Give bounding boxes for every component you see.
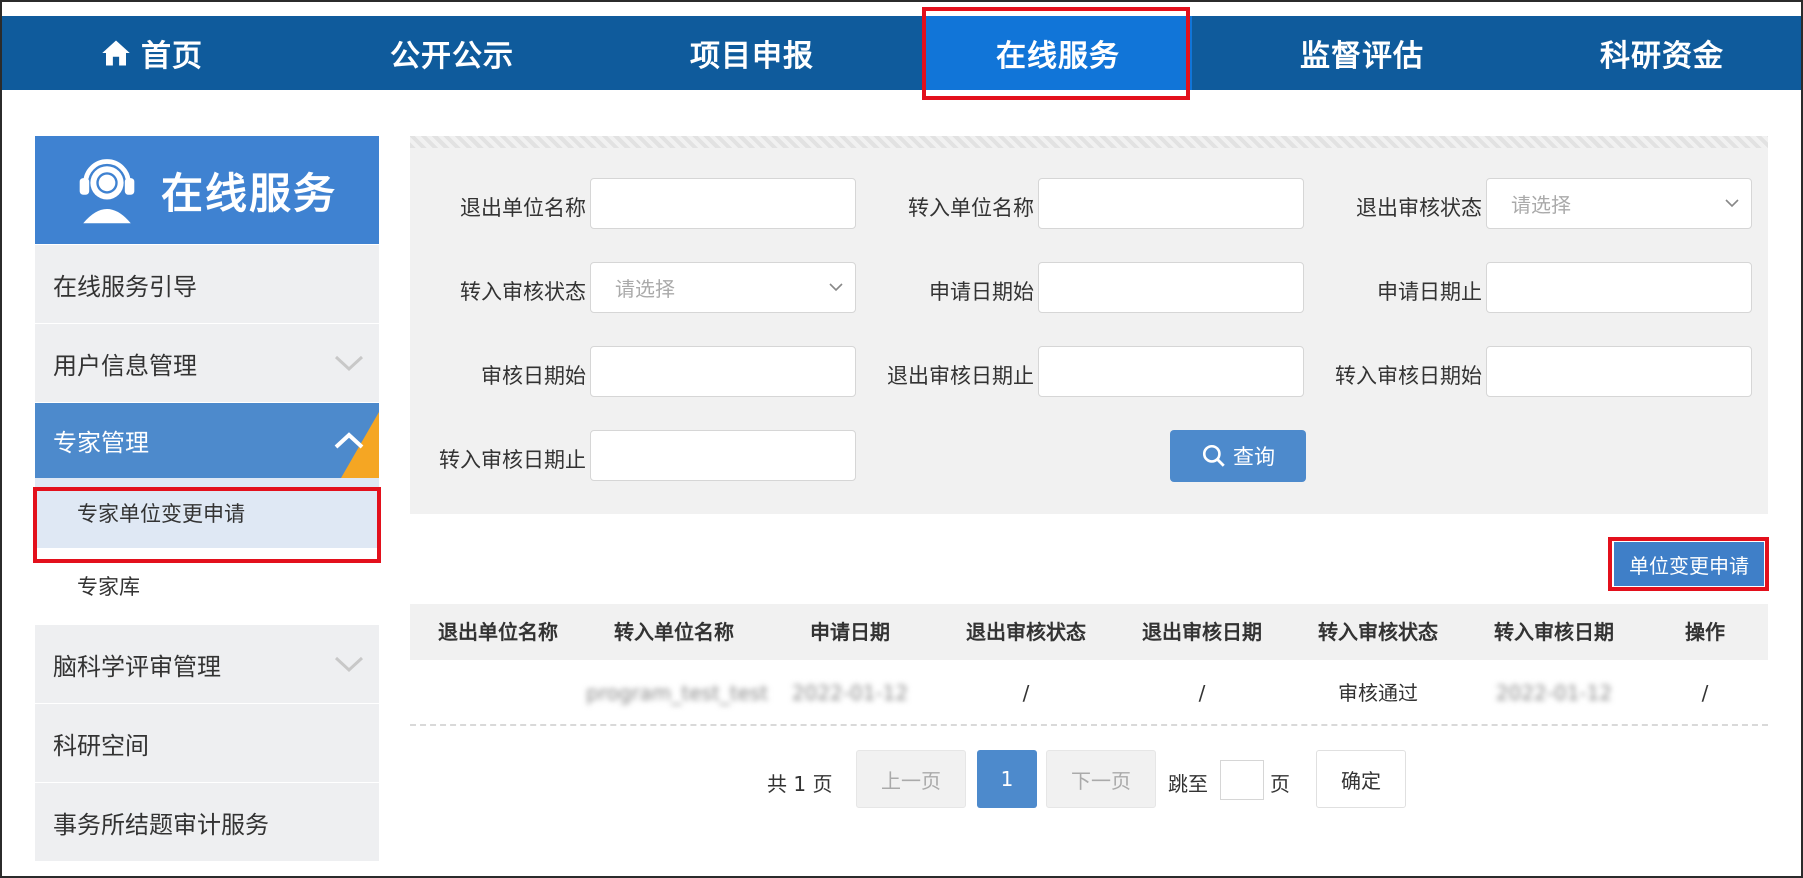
pagination-total: 共 1 页: [767, 772, 833, 796]
column-header: 退出单位名称: [438, 620, 558, 644]
filter-panel-hatch: [410, 136, 1768, 148]
nav-label-public-notice: 公开公示: [390, 39, 514, 74]
confirm-page-button[interactable]: 确定: [1316, 750, 1406, 808]
exit-review-status-label: 退出审核状态: [1356, 196, 1482, 220]
sidebar-item-service-guide[interactable]: 在线服务引导: [35, 244, 379, 323]
sidebar-item-brain-science[interactable]: 脑科学评审管理: [35, 624, 379, 703]
review-date-start-label: 审核日期始: [481, 364, 586, 388]
chevron-up-icon: [334, 431, 364, 448]
column-header: 退出审核状态: [966, 620, 1086, 644]
transfer-review-status-placeholder: 请选择: [615, 277, 675, 301]
sidebar-item-label: 用户信息管理: [53, 351, 197, 380]
table-cell: 审核通过: [1338, 681, 1418, 705]
nav-label-research-funds: 科研资金: [1600, 39, 1724, 74]
exit-review-date-end-input[interactable]: [1038, 346, 1304, 397]
sidebar-item-label: 专家管理: [53, 429, 149, 457]
highlight-box-apply: [1608, 537, 1769, 591]
nav-item-public-notice[interactable]: 公开公示: [302, 16, 602, 90]
column-header: 转入审核状态: [1318, 620, 1438, 644]
transfer-review-status-select[interactable]: 请选择: [590, 262, 856, 313]
sidebar-banner: 在线服务: [35, 136, 379, 244]
filter-panel: 退出单位名称 转入单位名称 退出审核状态 请选择 转入审核状态 请选择 申请日期…: [410, 136, 1768, 514]
exit-review-date-end-label: 退出审核日期止: [887, 364, 1034, 388]
sidebar-item-audit-service[interactable]: 事务所结题审计服务: [35, 782, 379, 861]
transfer-review-date-start-label: 转入审核日期始: [1335, 364, 1482, 388]
exit-review-status-select[interactable]: 请选择: [1486, 178, 1752, 229]
column-header: 申请日期: [810, 620, 890, 644]
review-date-start-input[interactable]: [590, 346, 856, 397]
table-cell: /: [1022, 681, 1030, 705]
chevron-down-icon: [1725, 199, 1739, 208]
sidebar-item-expert-management[interactable]: 专家管理: [35, 402, 379, 478]
sidebar-item-user-info[interactable]: 用户信息管理: [35, 323, 379, 402]
top-nav: 首页 公开公示 项目申报 在线服务 监督评估 科研资金: [2, 16, 1801, 90]
apply-date-end-label: 申请日期止: [1377, 280, 1482, 304]
column-header: 退出审核日期: [1142, 620, 1262, 644]
table-cell: [410, 660, 586, 726]
table-cell: program_test_test: [586, 681, 769, 705]
transfer-unit-name-label: 转入单位名称: [908, 196, 1034, 220]
prev-page-button[interactable]: 上一页: [856, 750, 966, 808]
table-cell: 2022-01-12: [791, 681, 909, 705]
sidebar-subitem-label: 专家库: [77, 575, 140, 599]
nav-label-project-application: 项目申报: [690, 39, 814, 74]
nav-label-supervision: 监督评估: [1300, 39, 1424, 74]
nav-item-supervision[interactable]: 监督评估: [1212, 16, 1512, 90]
chevron-down-icon: [334, 656, 364, 673]
nav-item-home[interactable]: 首页: [2, 16, 302, 90]
sidebar-banner-title: 在线服务: [161, 168, 338, 218]
table-row: program_test_test 2022-01-12 / / 审核通过 20…: [410, 660, 1768, 726]
page-jump-input[interactable]: [1220, 760, 1264, 800]
column-header: 转入审核日期: [1494, 620, 1614, 644]
nav-label-home: 首页: [141, 39, 203, 74]
page-unit-label: 页: [1270, 772, 1290, 796]
sidebar-item-label: 科研空间: [53, 731, 149, 760]
nav-item-project-application[interactable]: 项目申报: [602, 16, 902, 90]
transfer-unit-name-input[interactable]: [1038, 178, 1304, 229]
table-cell: 2022-01-12: [1495, 681, 1613, 705]
sidebar-item-label: 事务所结题审计服务: [53, 810, 269, 839]
query-button-label: 查询: [1233, 445, 1275, 469]
exit-unit-name-input[interactable]: [590, 178, 856, 229]
exit-review-status-placeholder: 请选择: [1511, 193, 1571, 217]
apply-date-start-input[interactable]: [1038, 262, 1304, 313]
apply-date-end-input[interactable]: [1486, 262, 1752, 313]
transfer-review-date-end-label: 转入审核日期止: [439, 448, 586, 472]
chevron-down-icon: [334, 355, 364, 372]
sidebar-item-label: 在线服务引导: [53, 272, 197, 301]
transfer-review-date-end-input[interactable]: [590, 430, 856, 481]
home-icon: [102, 40, 130, 66]
sidebar-item-label: 脑科学评审管理: [53, 652, 221, 681]
chevron-down-icon: [829, 283, 843, 292]
table-cell-action[interactable]: /: [1642, 660, 1768, 726]
customer-service-icon: [79, 159, 135, 224]
search-icon: [1202, 444, 1225, 467]
transfer-review-status-label: 转入审核状态: [460, 280, 586, 304]
column-header: 转入单位名称: [614, 620, 734, 644]
table-header: 退出单位名称 转入单位名称 申请日期 退出审核状态 退出审核日期 转入审核状态 …: [410, 604, 1768, 660]
highlight-box-sidebar: [33, 487, 381, 563]
query-button[interactable]: 查询: [1170, 430, 1306, 482]
column-header: 操作: [1685, 620, 1725, 644]
next-page-button[interactable]: 下一页: [1046, 750, 1156, 808]
highlight-box-nav: [922, 7, 1190, 100]
transfer-review-date-start-input[interactable]: [1486, 346, 1752, 397]
page-button-current[interactable]: 1: [977, 750, 1037, 808]
sidebar-item-research-space[interactable]: 科研空间: [35, 703, 379, 782]
exit-unit-name-label: 退出单位名称: [460, 196, 586, 220]
nav-item-research-funds[interactable]: 科研资金: [1522, 16, 1802, 90]
table-cell: /: [1198, 681, 1206, 705]
apply-date-start-label: 申请日期始: [929, 280, 1034, 304]
jump-to-label: 跳至: [1168, 772, 1208, 796]
